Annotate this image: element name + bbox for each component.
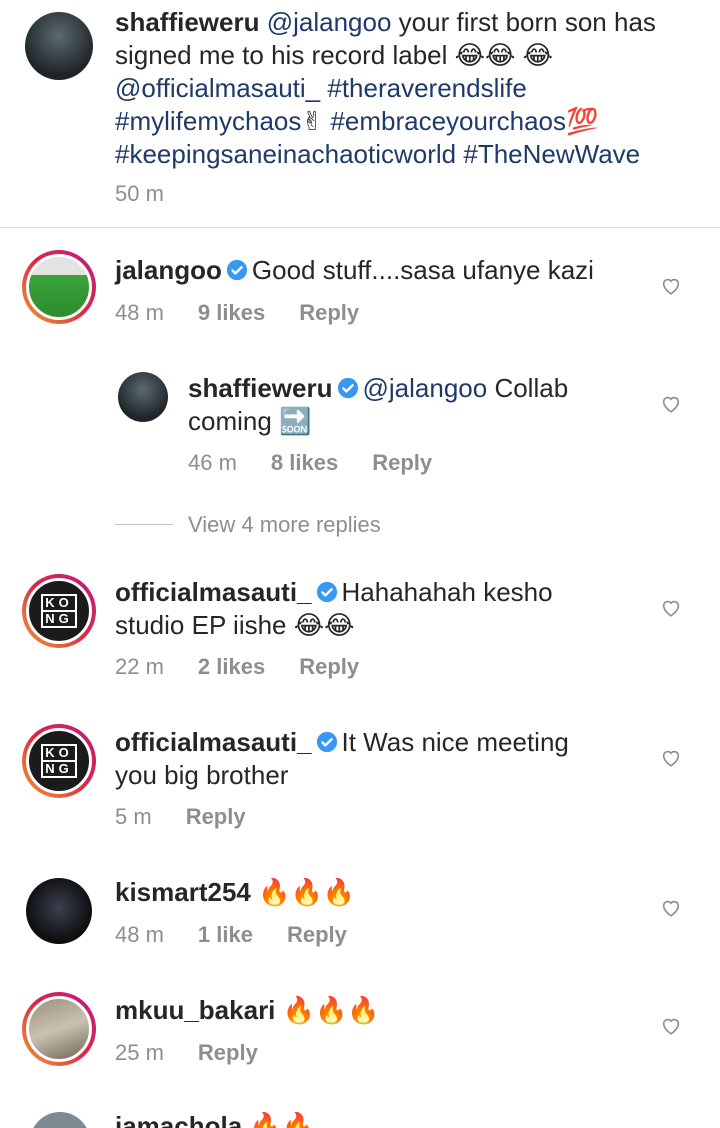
reply-button[interactable]: Reply [198, 1040, 258, 1066]
verified-badge-icon [316, 731, 337, 753]
caption-text: shaffieweru @jalangoo your first born so… [115, 7, 656, 169]
avatar-kismart254[interactable] [26, 878, 92, 944]
likes-count[interactable]: 2 likes [198, 654, 265, 680]
comment-time: 22 m [115, 654, 164, 679]
comment-username[interactable]: jalangoo [115, 255, 222, 285]
like-heart-icon[interactable] [660, 597, 682, 619]
caption-mention-jalangoo[interactable]: @jalangoo [267, 7, 392, 37]
like-heart-icon[interactable] [660, 897, 682, 919]
avatar-shaffieweru[interactable] [25, 12, 93, 80]
hashtag[interactable]: #embraceyourchaos [330, 106, 566, 136]
hashtag[interactable]: #TheNewWave [463, 139, 640, 169]
comment-username[interactable]: kismart254 [115, 877, 251, 907]
comment-jalangoo: jalangoo Good stuff....sasa ufanye kazi [115, 254, 645, 287]
comment-time: 48 m [115, 300, 164, 325]
divider [0, 227, 720, 228]
kong-logo-line1: KO [41, 594, 77, 612]
caption-time: 50 m [115, 181, 164, 206]
comment-meta: 46 m 8 likes Reply [188, 450, 432, 476]
kong-logo-line1: KO [41, 744, 77, 762]
comment-time: 5 m [115, 804, 152, 829]
comment-text: Hahahahah kesho [341, 577, 553, 607]
likes-count[interactable]: 9 likes [198, 300, 265, 326]
avatar-jamachola[interactable] [30, 1112, 90, 1128]
comment-text: 🔥🔥🔥 [258, 877, 356, 907]
comment-meta: 5 m Reply [115, 804, 246, 830]
comment-meta: 48 m 9 likes Reply [115, 300, 359, 326]
comment-username[interactable]: shaffieweru [188, 373, 333, 403]
reply-button[interactable]: Reply [299, 654, 359, 680]
reply-shaffieweru: shaffieweru @jalangoo Collab coming 🔜 [188, 373, 569, 436]
comment-text: Good stuff....sasa ufanye kazi [251, 255, 594, 285]
reply-button[interactable]: Reply [186, 804, 246, 830]
comment-username[interactable]: officialmasauti_ [115, 577, 312, 607]
kong-logo-line2: NG [41, 762, 77, 778]
caption-mention-masauti[interactable]: @officialmasauti_ [115, 73, 320, 103]
comment-text: It Was nice meeting [341, 727, 569, 757]
comment-text: 🔥🔥 [249, 1111, 315, 1128]
avatar-officialmasauti[interactable]: KO NG [22, 724, 96, 798]
likes-count[interactable]: 1 like [198, 922, 253, 948]
reply-mention[interactable]: @jalangoo [363, 373, 488, 403]
comment-kismart254: kismart254 🔥🔥🔥 [115, 876, 645, 909]
comment-text: 🔥🔥🔥 [282, 995, 380, 1025]
comment-time: 25 m [115, 1040, 164, 1065]
avatar-mkuu-bakari[interactable] [22, 992, 96, 1066]
comment-username[interactable]: officialmasauti_ [115, 727, 312, 757]
comment-username[interactable]: mkuu_bakari [115, 995, 275, 1025]
reply-button[interactable]: Reply [287, 922, 347, 948]
caption-username[interactable]: shaffieweru [115, 7, 260, 37]
like-heart-icon[interactable] [660, 275, 682, 297]
avatar-jalangoo[interactable] [22, 250, 96, 324]
caption-meta: 50 m [115, 181, 164, 207]
reply-button[interactable]: Reply [372, 450, 432, 476]
like-heart-icon[interactable] [660, 1015, 682, 1037]
comment-meta: 48 m 1 like Reply [115, 922, 347, 948]
view-more-replies-button[interactable]: View 4 more replies [188, 512, 381, 538]
like-heart-icon[interactable] [660, 747, 682, 769]
comment-time: 48 m [115, 922, 164, 947]
comment-masauti-1: officialmasauti_ Hahahahah kesho studio E… [115, 577, 553, 640]
avatar-officialmasauti[interactable]: KO NG [22, 574, 96, 648]
verified-badge-icon [337, 377, 358, 399]
comment-jamachola: jamachola 🔥🔥 [115, 1110, 645, 1128]
hashtag[interactable]: #theraverendslife [327, 73, 526, 103]
likes-count[interactable]: 8 likes [271, 450, 338, 476]
like-heart-icon[interactable] [660, 393, 682, 415]
comment-time: 46 m [188, 450, 237, 475]
comment-meta: 22 m 2 likes Reply [115, 654, 359, 680]
view-more-divider [115, 524, 173, 525]
hashtag[interactable]: #keepingsaneinachaoticworld [115, 139, 456, 169]
kong-logo-line2: NG [41, 612, 77, 628]
comment-masauti-2: officialmasauti_ It Was nice meeting you … [115, 727, 569, 790]
reply-button[interactable]: Reply [299, 300, 359, 326]
comment-mkuu-bakari: mkuu_bakari 🔥🔥🔥 [115, 994, 645, 1027]
hashtag[interactable]: #mylifemychaos [115, 106, 301, 136]
verified-badge-icon [316, 581, 337, 603]
avatar-shaffieweru-reply[interactable] [118, 372, 168, 422]
comment-meta: 25 m Reply [115, 1040, 258, 1066]
verified-badge-icon [226, 259, 247, 281]
comment-username[interactable]: jamachola [115, 1111, 242, 1128]
